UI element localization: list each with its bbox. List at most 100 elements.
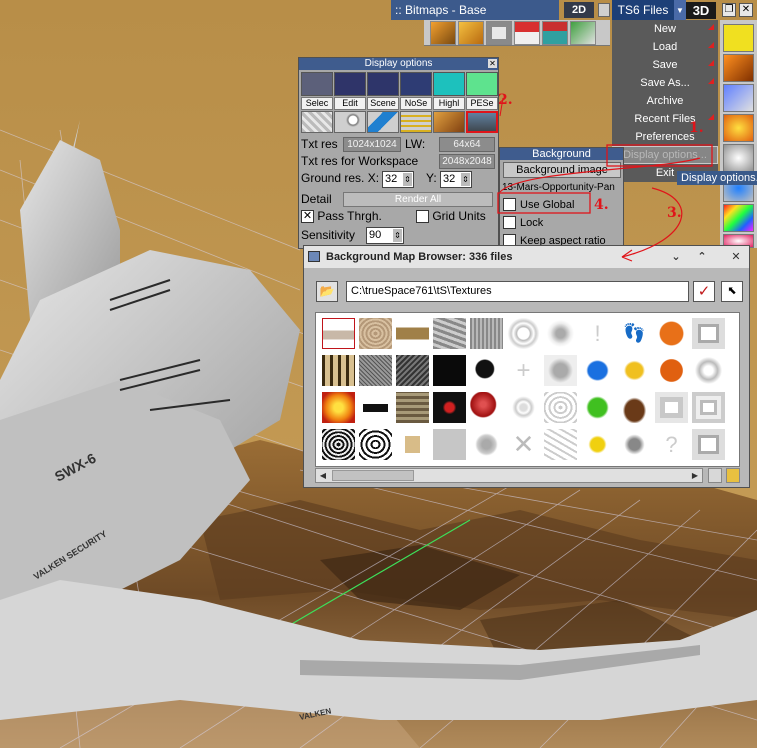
plus-icon[interactable]: + [507,355,540,386]
confirm-button[interactable]: ✓ [693,281,715,302]
texture-thumb[interactable] [322,318,355,349]
horizontal-scrollbar[interactable]: ◀ ▶ [315,468,703,483]
texture-tile-icon[interactable] [433,111,465,133]
folder-view-icon[interactable] [726,468,740,483]
sensitivity-spinner[interactable]: 90 ⇕ [366,227,404,244]
texture-thumb[interactable] [433,355,466,386]
grid-units-checkbox[interactable] [416,210,429,224]
texture-thumb[interactable] [322,355,355,386]
menu-item-display-options[interactable]: Display options... [612,146,718,164]
background-image-icon[interactable] [466,111,498,133]
texture-thumb[interactable] [433,429,466,460]
cross-icon[interactable] [723,24,754,52]
texture-thumb[interactable] [692,318,725,349]
chevron-up-icon[interactable]: ⌃ [694,249,710,265]
grid-view-icon[interactable] [708,468,722,483]
texture-thumb[interactable] [655,392,688,423]
x-shape-icon[interactable]: ✕ [507,429,540,460]
box-icon[interactable] [458,20,484,45]
texture-thumb[interactable] [359,392,392,423]
texture-thumb[interactable] [544,355,577,386]
background-image-button[interactable]: Background image [503,162,621,178]
texture-thumb[interactable] [433,392,466,423]
pointing-hand-icon[interactable] [618,355,651,386]
texture-thumb[interactable] [470,429,503,460]
texture-thumb[interactable] [396,318,429,349]
zoom-icon[interactable] [723,144,754,172]
fish-icon[interactable] [581,355,614,386]
footprint-icon[interactable]: 👣 [618,318,651,349]
use-global-checkbox[interactable] [503,198,516,211]
scroll-right-icon[interactable]: ▶ [688,469,702,482]
swatch-scene[interactable] [367,72,399,96]
menu-item-save-as[interactable]: Save As... [612,74,718,92]
close-button[interactable]: ✕ [739,3,753,17]
files-menu-arrow[interactable]: ▼ [674,0,686,20]
swatch-pese[interactable] [466,72,498,96]
background-panel-title[interactable]: Background [500,148,623,160]
pin-icon[interactable] [334,111,366,133]
texture-thumb[interactable] [692,392,725,423]
restore-button[interactable]: ❐ [722,3,736,17]
scroll-left-icon[interactable]: ◀ [316,469,330,482]
view-2d-button[interactable]: 2D [564,2,594,18]
flower-icon[interactable] [581,429,614,460]
lw-field[interactable]: 64x64 [439,137,495,152]
menu-item-new[interactable]: New [612,20,718,38]
texture-thumb[interactable] [544,429,577,460]
exclamation-icon[interactable]: ! [581,318,614,349]
lock-checkbox[interactable] [503,216,516,229]
texture-thumb[interactable] [322,429,355,460]
swatch-select[interactable] [301,72,333,96]
question-icon[interactable]: ? [655,429,688,460]
pinecone-icon[interactable] [618,392,651,423]
texture-thumb[interactable] [692,355,725,386]
cube-icon[interactable] [430,20,456,45]
hexagon-pattern[interactable] [359,429,392,460]
files-menu-button[interactable]: TS6 Files [612,0,674,20]
texture-thumb[interactable] [433,318,466,349]
window-icon[interactable] [542,20,568,45]
collapse-icon[interactable]: ⌄ [668,249,684,265]
render-all-button[interactable]: Render All [343,192,493,207]
panel-title[interactable]: Display options ✕ [299,58,498,70]
path-field[interactable]: C:\trueSpace761\tS\Textures [346,281,689,302]
frog-icon[interactable] [581,392,614,423]
workspace-res-field[interactable]: 2048x2048 [439,154,495,169]
brush-icon[interactable] [570,20,596,45]
red-sphere-icon[interactable] [470,392,503,423]
menu-item-save[interactable]: Save [612,56,718,74]
swatch-highlight[interactable] [433,72,465,96]
close-icon[interactable]: ✕ [728,249,744,265]
color-picker-icon[interactable] [723,204,754,232]
splat-icon[interactable] [470,355,503,386]
house-icon[interactable] [514,20,540,45]
pumpkin-icon[interactable] [655,318,688,349]
menu-item-archive[interactable]: Archive [612,92,718,110]
texture-thumb[interactable] [692,429,725,460]
texture-thumb[interactable] [470,318,503,349]
swatch-edit[interactable] [334,72,366,96]
close-icon[interactable]: ✕ [488,59,497,68]
texture-thumb[interactable] [507,318,540,349]
paint-tool-icon[interactable] [367,111,399,133]
scroll-thumb[interactable] [332,470,414,481]
view-3d-button[interactable]: 3D [686,2,716,19]
ground-x-spinner[interactable]: 32 ⇕ [382,171,414,188]
browser-titlebar[interactable]: Background Map Browser: 336 files ⌄ ⌃ ✕ [304,246,749,268]
swatch-nosel[interactable] [400,72,432,96]
texture-thumb[interactable] [359,355,392,386]
jack-o-lantern-icon[interactable] [655,355,688,386]
material-icon[interactable] [723,84,754,112]
object-icon[interactable] [723,54,754,82]
library-title[interactable]: :: Bitmaps - Base [391,0,559,20]
fire-texture[interactable] [322,392,355,423]
texture-thumb[interactable] [618,429,651,460]
open-folder-button[interactable]: 📂 [316,281,338,302]
grid-plane-icon[interactable] [301,111,333,133]
txt-res-field[interactable]: 1024x1024 [343,137,401,152]
pass-through-checkbox[interactable]: ✕ [301,210,314,224]
library-control[interactable] [598,3,610,17]
menu-item-load[interactable]: Load [612,38,718,56]
texture-thumb[interactable] [396,392,429,423]
